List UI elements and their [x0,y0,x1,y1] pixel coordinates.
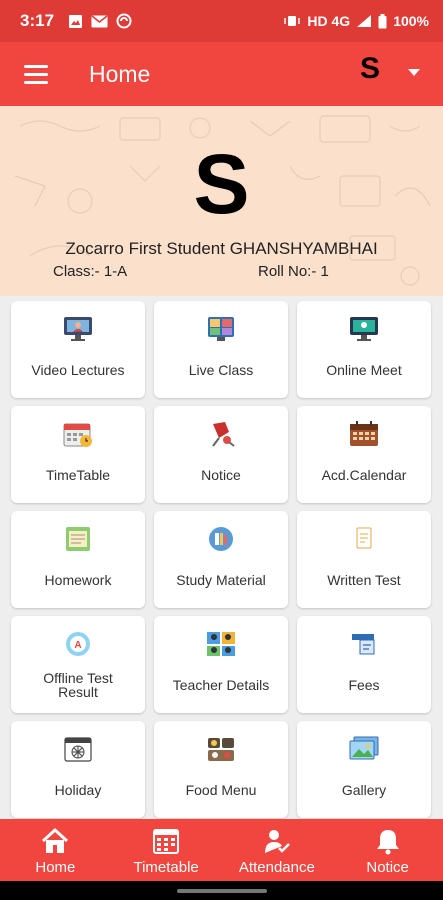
account-avatar[interactable]: S [360,52,380,86]
tile-offline-test-result[interactable]: A Offline Test Result [11,616,145,713]
status-time: 3:17 [20,11,55,30]
notice-pin-icon [212,422,235,447]
menu-grid: Video Lectures Live Class Online Meet Ti… [0,296,443,819]
tile-label: Live Class [188,362,254,378]
tile-label: Offline Test [43,670,113,686]
tile-label: Written Test [327,572,401,588]
timetable-grid-icon [153,829,180,854]
vibrate-icon [284,16,301,26]
tile-notice[interactable]: Notice [154,406,288,503]
calendar-icon [350,421,378,446]
profile-initial: S [193,137,250,231]
tile-label: Online Meet [326,362,402,378]
tile-holiday[interactable]: Holiday [11,721,145,818]
tile-label-line2: Result [58,684,98,700]
attendance-icon [264,830,290,853]
battery-icon [378,13,387,28]
page-title: Home [89,60,151,87]
nav-label: Notice [366,859,409,876]
nav-label: Timetable [133,859,199,876]
tile-label: TimeTable [45,467,111,483]
fees-icon [352,634,375,655]
student-class: Class:- 1-A [53,263,128,280]
homework-icon [66,527,90,551]
tile-label: Holiday [54,782,102,798]
food-menu-icon [208,738,234,761]
mail-notification-icon [91,14,108,27]
tile-teacher-details[interactable]: Teacher Details [154,616,288,713]
system-navigation-bar [0,881,443,900]
tile-live-class[interactable]: Live Class [154,301,288,398]
video-lecture-icon [64,317,92,341]
tile-label: Teacher Details [172,677,270,693]
holiday-icon [64,737,92,762]
nav-label: Attendance [238,859,315,876]
home-icon [42,828,69,853]
network-type: HD 4G [307,13,351,29]
tile-label: Gallery [341,782,387,798]
tile-homework[interactable]: Homework [11,511,145,608]
gallery-icon [349,736,379,760]
offline-test-icon: A [66,632,90,656]
account-dropdown-icon[interactable] [408,69,420,76]
tile-food-menu[interactable]: Food Menu [154,721,288,818]
nav-home[interactable]: Home [0,819,111,881]
study-material-icon [209,527,233,551]
gesture-handle[interactable] [177,889,267,893]
bottom-navigation: Home Timetable Attendance Notice [0,819,443,881]
status-bar: 3:17 HD 4G 100% [0,0,443,42]
tile-timetable[interactable]: TimeTable [11,406,145,503]
nav-label: Home [35,859,76,876]
tile-gallery[interactable]: Gallery [297,721,431,818]
app-bar: Home S [0,42,443,106]
battery-level: 100% [393,13,429,29]
tile-written-test[interactable]: Written Test [297,511,431,608]
tile-label: Notice [201,467,241,483]
nav-attendance[interactable]: Attendance [222,819,333,881]
tile-label: Food Menu [185,782,257,798]
tile-video-lectures[interactable]: Video Lectures [11,301,145,398]
tile-label: Homework [44,572,112,588]
tile-label: Acd.Calendar [321,467,407,483]
tile-online-meet[interactable]: Online Meet [297,301,431,398]
bell-icon [376,830,399,855]
tile-fees[interactable]: Fees [297,616,431,713]
svg-text:A: A [74,640,81,651]
no-sync-icon [116,13,132,29]
tile-label: Study Material [176,572,266,588]
student-name: Zocarro First Student GHANSHYAMBHAI [65,239,378,258]
live-class-icon [208,317,234,341]
tile-label: Fees [348,677,380,693]
tile-label: Video Lectures [31,362,125,378]
online-meet-icon [350,317,378,341]
written-test-icon [356,527,372,549]
gallery-notification-icon [69,14,83,28]
profile-banner: S Zocarro First Student GHANSHYAMBHAI Cl… [0,106,443,296]
signal-icon [357,15,372,27]
teacher-details-icon [207,632,235,656]
student-roll-no: Roll No:- 1 [258,263,329,280]
nav-timetable[interactable]: Timetable [111,819,222,881]
hamburger-menu-icon[interactable] [24,64,48,84]
nav-notice[interactable]: Notice [332,819,443,881]
timetable-icon [63,423,92,447]
tile-study-material[interactable]: Study Material [154,511,288,608]
tile-acd-calendar[interactable]: Acd.Calendar [297,406,431,503]
